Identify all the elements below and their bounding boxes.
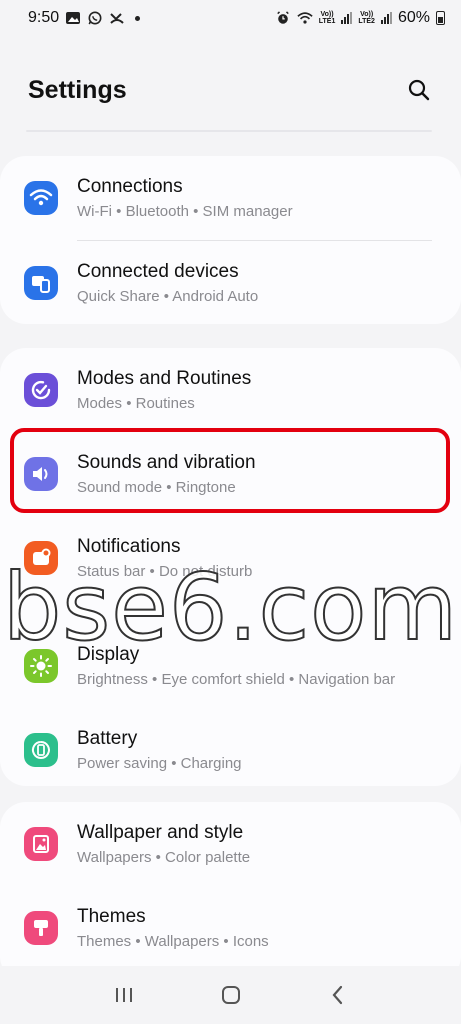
settings-item-subtitle: Modes • Routines <box>77 395 195 412</box>
settings-item-title: Battery <box>77 728 138 749</box>
status-bar: 9:50 Vo)) LTE1 Vo)) LTE2 60% <box>0 0 461 36</box>
settings-item-subtitle: Wi-Fi • Bluetooth • SIM manager <box>77 203 293 220</box>
settings-item-subtitle: Power saving • Charging <box>77 755 242 772</box>
whatsapp-icon <box>88 11 102 25</box>
sim2-signal-icon <box>380 12 392 24</box>
settings-item-wallpaper-and-style[interactable]: Wallpaper and style Wallpapers • Color p… <box>0 802 461 886</box>
settings-item-title: Wallpaper and style <box>77 822 244 843</box>
devices-icon <box>24 266 58 300</box>
alarm-icon <box>276 11 289 24</box>
settings-item-title: Themes <box>77 906 146 927</box>
status-time: 9:50 <box>28 9 60 26</box>
battery-status-icon <box>436 11 445 25</box>
search-button[interactable] <box>397 68 441 112</box>
watermark: bse6.com <box>2 554 459 661</box>
battery-percent: 60% <box>397 9 430 26</box>
home-icon <box>221 986 240 1004</box>
back-button[interactable] <box>316 973 360 1017</box>
back-icon <box>332 985 342 1005</box>
navigation-bar <box>0 966 461 1024</box>
settings-card-connectivity: Connections Wi-Fi • Bluetooth • SIM mana… <box>0 156 461 324</box>
header: Settings <box>0 60 461 120</box>
page-title: Settings <box>28 75 127 104</box>
settings-item-subtitle: Sound mode • Ringtone <box>77 479 236 496</box>
header-divider <box>26 130 432 132</box>
settings-item-connections[interactable]: Connections Wi-Fi • Bluetooth • SIM mana… <box>0 156 461 240</box>
settings-item-connected-devices[interactable]: Connected devices Quick Share • Android … <box>0 241 461 325</box>
battery-icon <box>24 733 58 767</box>
notification-dot <box>135 15 141 21</box>
settings-card-personalization: Wallpaper and style Wallpapers • Color p… <box>0 802 461 982</box>
settings-item-themes[interactable]: Themes Themes • Wallpapers • Icons <box>0 886 461 970</box>
settings-item-modes-and-routines[interactable]: Modes and Routines Modes • Routines <box>0 348 461 432</box>
search-icon <box>408 79 430 101</box>
settings-item-title: Modes and Routines <box>77 368 252 389</box>
wallpaper-icon <box>24 827 58 861</box>
themes-icon <box>24 911 58 945</box>
wifi-status-icon <box>297 12 313 24</box>
settings-item-title: Connections <box>77 176 183 197</box>
settings-item-title: Connected devices <box>77 261 239 282</box>
wifi-icon <box>24 181 58 215</box>
missed-call-icon <box>110 13 124 24</box>
settings-item-subtitle: Themes • Wallpapers • Icons <box>77 933 269 950</box>
settings-item-subtitle: Wallpapers • Color palette <box>77 849 251 866</box>
home-button[interactable] <box>209 973 253 1017</box>
speaker-icon <box>24 457 58 491</box>
settings-item-battery[interactable]: Battery Power saving • Charging <box>0 708 461 792</box>
sim1-label: Vo)) LTE1 <box>318 11 336 25</box>
settings-item-sounds-and-vibration[interactable]: Sounds and vibration Sound mode • Ringto… <box>0 432 461 516</box>
recents-button[interactable] <box>102 973 146 1017</box>
settings-item-subtitle: Quick Share • Android Auto <box>77 288 259 305</box>
settings-item-title: Sounds and vibration <box>77 452 256 473</box>
settings-item-subtitle: Brightness • Eye comfort shield • Naviga… <box>77 671 396 688</box>
sim1-signal-icon <box>341 12 353 24</box>
check-circle-icon <box>24 373 58 407</box>
recents-icon <box>115 988 132 1002</box>
sim2-label: Vo)) LTE2 <box>358 11 375 25</box>
gallery-icon <box>66 12 81 24</box>
